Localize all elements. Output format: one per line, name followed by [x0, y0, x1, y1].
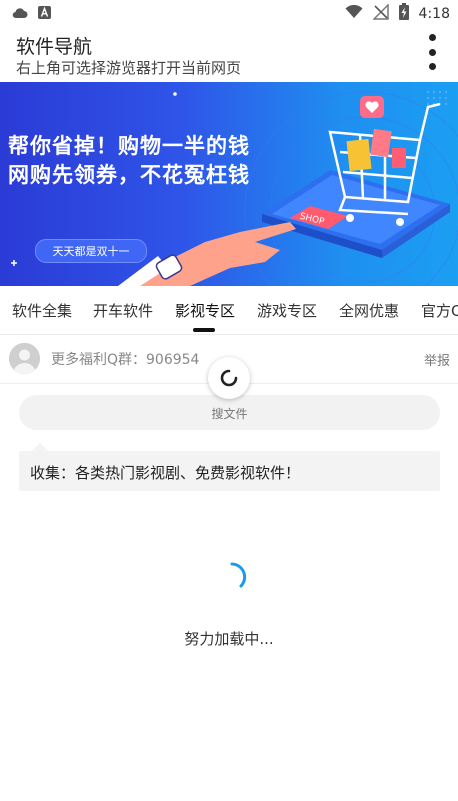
battery-charging-icon — [398, 3, 409, 24]
more-vertical-icon[interactable] — [426, 34, 438, 70]
category-tabs: 软件全集 开车软件 影视专区 游戏专区 全网优惠 官方Q — [0, 286, 458, 335]
status-bar: 4:18 — [0, 0, 458, 24]
status-time: 4:18 — [418, 5, 450, 22]
tab-video-zone[interactable]: 影视专区 — [175, 300, 235, 321]
app-a-icon — [38, 4, 51, 23]
banner-pill: 天天都是双十一 — [35, 239, 147, 263]
notice-text: 收集：各类热门影视剧、免费影视软件！ — [30, 464, 301, 482]
loading-text: 努力加载中... — [184, 630, 274, 648]
cloud-icon — [12, 4, 28, 23]
tab-game-zone[interactable]: 游戏专区 — [257, 300, 317, 321]
promo-banner[interactable]: SHOP 帮你省掉！购物一半的钱 网购先领券，不花冤枉钱 天天都是双十一 — [0, 82, 458, 286]
status-right-icons: 4:18 — [345, 2, 450, 24]
page-subtitle: 右上角可选择游览器打开当前网页 — [16, 59, 242, 77]
notice-arrow — [32, 443, 48, 451]
tab-software-collection[interactable]: 软件全集 — [12, 300, 72, 321]
app-header: 软件导航 右上角可选择游览器打开当前网页 — [0, 24, 458, 82]
post-title[interactable]: 更多福利Q群：906954 — [51, 349, 199, 369]
status-left-icons — [12, 4, 51, 23]
refresh-spinner-icon — [220, 369, 238, 387]
report-link[interactable]: 举报 — [424, 350, 450, 369]
banner-headline-2: 网购先领券，不花冤枉钱 — [8, 163, 250, 187]
avatar[interactable] — [9, 343, 40, 374]
notice-box: 收集：各类热门影视剧、免费影视软件！ — [19, 443, 440, 491]
banner-headline-1: 帮你省掉！购物一半的钱 — [8, 134, 250, 158]
tab-driving-software[interactable]: 开车软件 — [93, 300, 153, 321]
user-avatar-icon — [9, 343, 40, 374]
page-title: 软件导航 — [16, 36, 93, 58]
search-files-bar[interactable]: 搜文件 — [19, 395, 440, 430]
pull-refresh-indicator — [208, 357, 250, 399]
tab-all-deals[interactable]: 全网优惠 — [339, 300, 399, 321]
search-files-label: 搜文件 — [211, 407, 248, 421]
loading-spinner-icon — [230, 562, 247, 588]
wifi-icon — [345, 4, 363, 23]
active-tab-indicator — [193, 328, 215, 332]
tab-official-q[interactable]: 官方Q — [421, 300, 458, 321]
no-signal-icon — [371, 2, 389, 24]
